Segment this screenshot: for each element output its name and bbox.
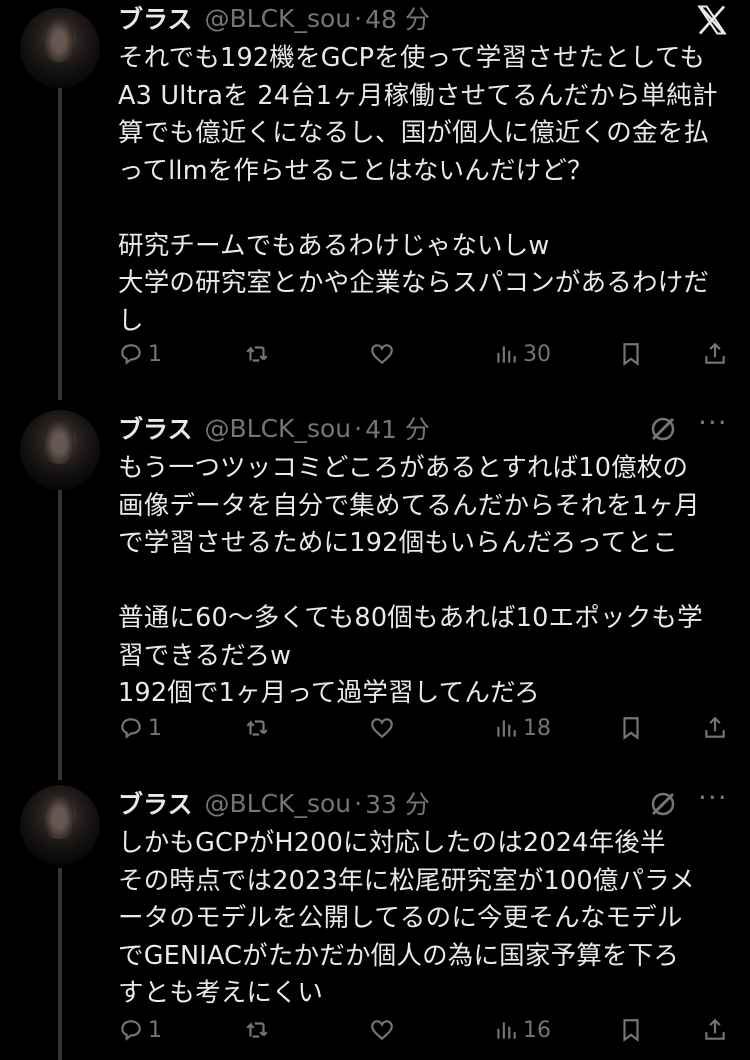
separator-dot: · bbox=[354, 3, 363, 33]
reply-button[interactable]: 1 bbox=[118, 715, 162, 741]
separator-dot: · bbox=[354, 788, 363, 818]
reply-icon bbox=[121, 344, 141, 365]
display-name[interactable]: ブラス bbox=[118, 410, 193, 446]
like-button[interactable] bbox=[369, 1017, 395, 1043]
share-icon bbox=[705, 1018, 725, 1040]
views-icon bbox=[497, 720, 516, 737]
action-bar: 1 18 bbox=[118, 715, 730, 745]
tweet-text: それでも192機をGCPを使って学習させたとしても A3 Ultraを 24台1… bbox=[118, 43, 718, 336]
like-button[interactable] bbox=[369, 341, 395, 367]
heart-icon bbox=[371, 344, 393, 365]
user-handle[interactable]: @BLCK_sou bbox=[205, 789, 352, 818]
separator-dot: · bbox=[354, 413, 363, 443]
user-handle[interactable]: @BLCK_sou bbox=[205, 414, 352, 443]
reply-button[interactable]: 1 bbox=[118, 1017, 162, 1043]
bookmark-button[interactable] bbox=[618, 715, 644, 741]
heart-icon bbox=[371, 1020, 393, 1041]
more-icon[interactable]: ··· bbox=[698, 781, 728, 814]
views-button[interactable]: 16 bbox=[493, 1017, 551, 1043]
display-name[interactable]: ブラス bbox=[118, 785, 193, 821]
views-count: 16 bbox=[523, 1017, 551, 1043]
share-button[interactable] bbox=[702, 341, 728, 367]
like-button[interactable] bbox=[369, 715, 395, 741]
action-bar: 1 16 bbox=[118, 1017, 730, 1047]
views-count: 30 bbox=[523, 341, 551, 367]
grok-icon[interactable] bbox=[648, 789, 678, 819]
timestamp[interactable]: 48 分 bbox=[365, 0, 430, 36]
timestamp[interactable]: 33 分 bbox=[365, 785, 430, 821]
more-icon[interactable]: ··· bbox=[698, 406, 728, 439]
heart-icon bbox=[371, 718, 393, 739]
views-icon bbox=[497, 346, 516, 363]
reply-icon bbox=[121, 1020, 141, 1041]
reply-button[interactable]: 1 bbox=[118, 341, 162, 367]
tweet-header: ブラス @BLCK_sou · 48 分 bbox=[118, 0, 430, 36]
tweet-header: ブラス @BLCK_sou · 33 分 bbox=[118, 785, 430, 821]
action-bar: 1 30 bbox=[118, 341, 730, 371]
tweet-text: もう一つツッコミどころがあるとすれば10億枚の 画像データを自分で集めてるんだか… bbox=[118, 453, 703, 708]
bookmark-button[interactable] bbox=[618, 1017, 644, 1043]
retweet-icon bbox=[246, 719, 268, 736]
reply-icon bbox=[121, 718, 141, 739]
grok-icon[interactable] bbox=[648, 414, 678, 444]
retweet-button[interactable] bbox=[244, 341, 270, 367]
retweet-icon bbox=[246, 1021, 268, 1038]
bookmark-button[interactable] bbox=[618, 341, 644, 367]
bookmark-icon bbox=[623, 717, 639, 740]
reply-count: 1 bbox=[148, 341, 162, 367]
retweet-icon bbox=[246, 345, 268, 362]
timestamp[interactable]: 41 分 bbox=[365, 410, 430, 446]
reply-count: 1 bbox=[148, 1017, 162, 1043]
reply-count: 1 bbox=[148, 715, 162, 741]
tweet-text: しかもGCPがH200に対応したのは2024年後半 その時点では2023年に松尾… bbox=[118, 828, 695, 1008]
avatar[interactable] bbox=[20, 785, 100, 865]
share-button[interactable] bbox=[702, 715, 728, 741]
display-name[interactable]: ブラス bbox=[118, 0, 193, 36]
avatar[interactable] bbox=[20, 8, 100, 88]
retweet-button[interactable] bbox=[244, 1017, 270, 1043]
bookmark-icon bbox=[623, 343, 639, 366]
share-button[interactable] bbox=[702, 1017, 728, 1043]
bookmark-icon bbox=[623, 1019, 639, 1042]
user-handle[interactable]: @BLCK_sou bbox=[205, 4, 352, 33]
views-icon bbox=[497, 1022, 516, 1039]
tweet[interactable]: ブラス @BLCK_sou · 33 分 ··· しかもGCPがH200に対応し… bbox=[0, 781, 750, 1060]
share-icon bbox=[705, 342, 725, 364]
views-button[interactable]: 18 bbox=[493, 715, 551, 741]
tweet[interactable]: ブラス @BLCK_sou · 48 分 それでも192機をGCPを使って学習さ… bbox=[0, 0, 750, 395]
share-icon bbox=[705, 716, 725, 738]
views-button[interactable]: 30 bbox=[493, 341, 551, 367]
avatar[interactable] bbox=[20, 410, 100, 490]
tweet[interactable]: ブラス @BLCK_sou · 41 分 ··· もう一つツッコミどころがあると… bbox=[0, 406, 750, 780]
retweet-button[interactable] bbox=[244, 715, 270, 741]
views-count: 18 bbox=[523, 715, 551, 741]
tweet-header: ブラス @BLCK_sou · 41 分 bbox=[118, 410, 430, 446]
